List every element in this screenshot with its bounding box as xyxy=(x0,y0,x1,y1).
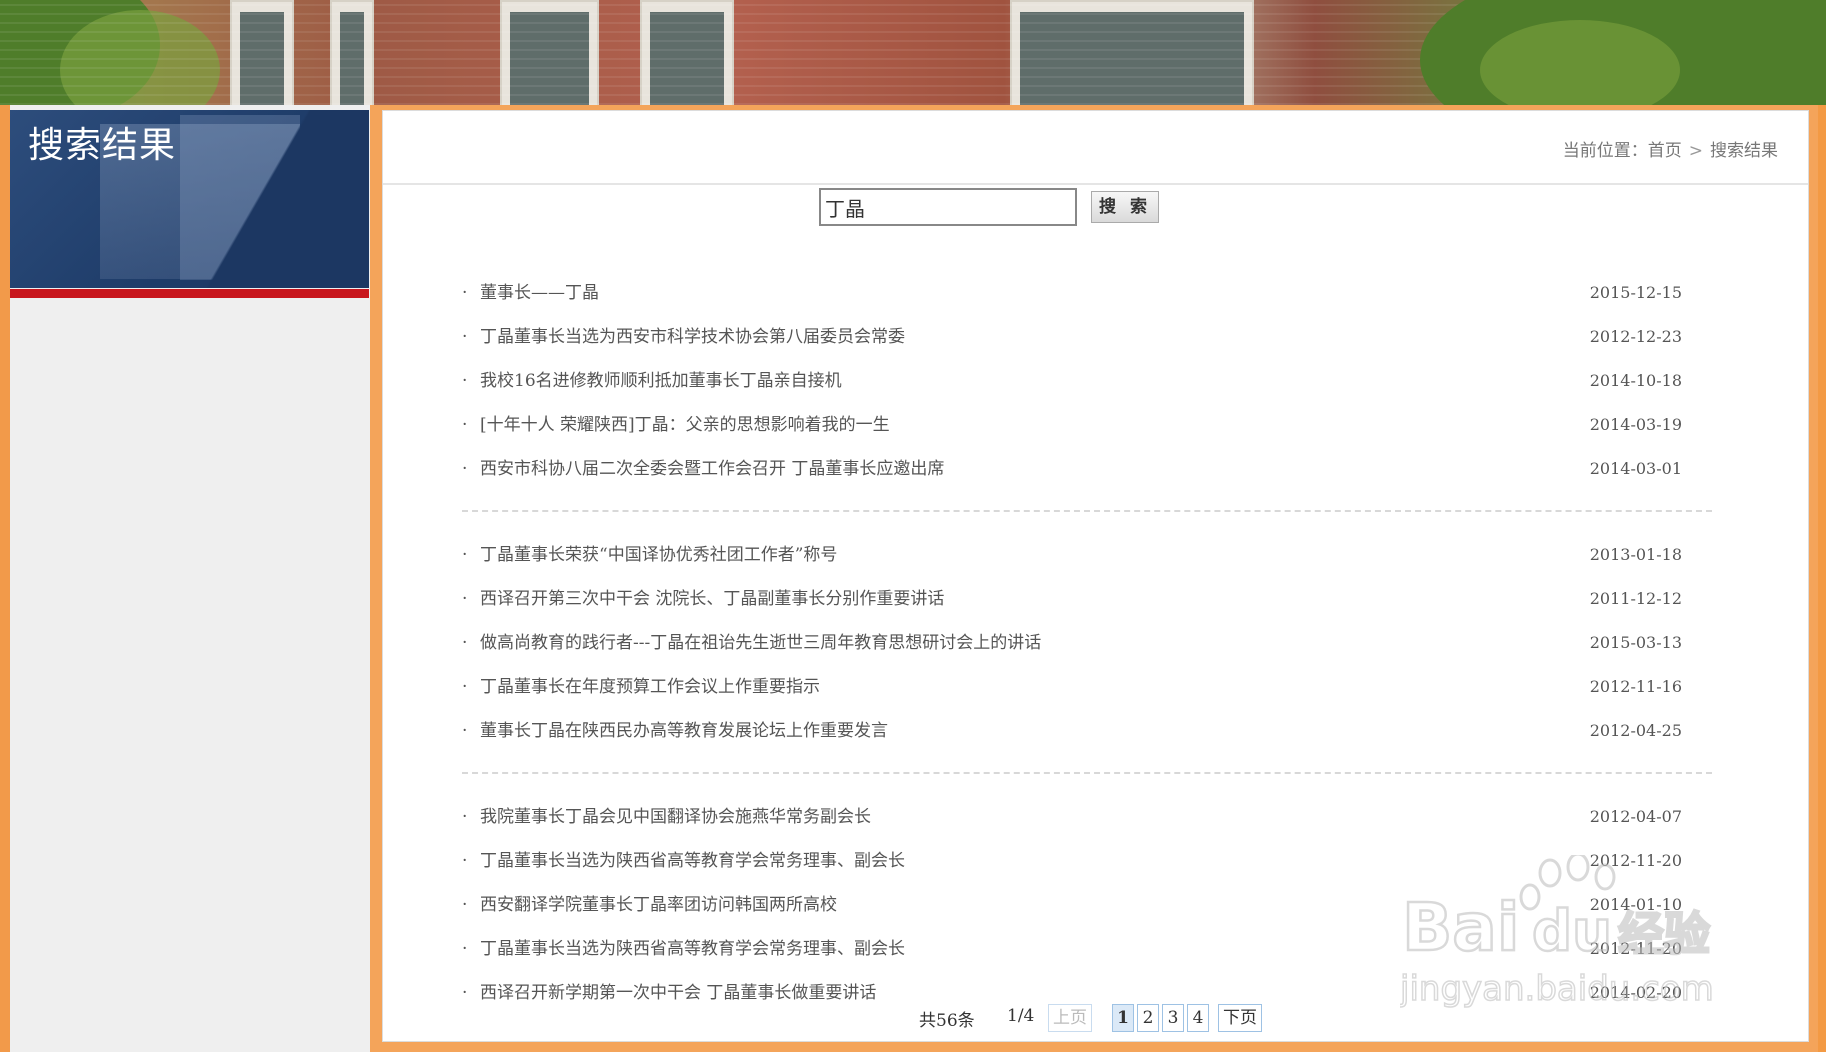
result-row: · 我院董事长丁晶会见中国翻译协会施燕华常务副会长 2012-04-07 xyxy=(462,795,1712,839)
result-row: · 丁晶董事长当选为西安市科学技术协会第八届委员会常委 2012-12-23 xyxy=(462,315,1712,359)
pagination-total-count: 共56条 xyxy=(919,1011,975,1031)
pagination-next-button[interactable]: 下页 xyxy=(1218,1004,1262,1032)
bullet-dot-icon: · xyxy=(462,633,468,653)
breadcrumb-label: 当前位置： xyxy=(1562,141,1648,161)
breadcrumb-home-link[interactable]: 首页 xyxy=(1648,141,1682,161)
results-group: · 丁晶董事长荣获“中国译协优秀社团工作者”称号 2013-01-18 · 西译召开第三… xyxy=(462,533,1712,753)
result-row: · 董事长——丁晶 2015-12-15 xyxy=(462,271,1712,315)
result-title-link[interactable]: 我院董事长丁晶会见中国翻译协会施燕华常务副会长 xyxy=(480,795,871,839)
result-row: · 丁晶董事长当选为陕西省高等教育学会常务理事、副会长 2012-11-20 xyxy=(462,839,1712,883)
result-row: · 我校16名进修教师顺利抵加董事长丁晶亲自接机 2014-10-18 xyxy=(462,359,1712,403)
results-group: · 董事长——丁晶 2015-12-15 · 丁晶董事长当选为西安市科学技术协会第八届委… xyxy=(462,271,1712,491)
breadcrumb: 当前位置：首页 > 搜索结果 xyxy=(1563,136,1778,161)
bullet-dot-icon: · xyxy=(462,807,468,827)
result-title-link[interactable]: 董事长——丁晶 xyxy=(480,271,599,315)
result-row: · [十年十人 荣耀陕西]丁晶：父亲的思想影响着我的一生 2014-03-19 xyxy=(462,403,1712,447)
result-date: 2014-01-10 xyxy=(1589,895,1682,914)
bullet-dot-icon: · xyxy=(462,371,468,391)
result-row: · 董事长丁晶在陕西民办高等教育发展论坛上作重要发言 2012-04-25 xyxy=(462,709,1712,753)
result-date: 2013-01-18 xyxy=(1589,545,1682,564)
result-date: 2012-04-07 xyxy=(1589,807,1682,826)
pagination-page-2[interactable]: 2 xyxy=(1137,1004,1159,1032)
pagination-position: 1/4 xyxy=(1007,1006,1035,1026)
result-date: 2014-03-19 xyxy=(1589,415,1682,434)
search-results-list: · 董事长——丁晶 2015-12-15 · 丁晶董事长当选为西安市科学技术协会第八届委… xyxy=(462,271,1712,1015)
breadcrumb-current: 搜索结果 xyxy=(1710,141,1778,161)
pagination-prev-button[interactable]: 上页 xyxy=(1048,1004,1092,1032)
bullet-dot-icon: · xyxy=(462,459,468,479)
result-row: · 做高尚教育的践行者---丁晶在祖诒先生逝世三周年教育思想研讨会上的讲话 2015… xyxy=(462,621,1712,665)
result-date: 2012-11-20 xyxy=(1589,851,1682,870)
main-panel: 当前位置：首页 > 搜索结果 搜 索 · 董事长——丁晶 2015-12-15 · 丁晶董事… xyxy=(382,110,1809,1042)
search-input[interactable] xyxy=(819,188,1077,226)
result-title-link[interactable]: 丁晶董事长当选为陕西省高等教育学会常务理事、副会长 xyxy=(480,927,905,971)
breadcrumb-separator: > xyxy=(1688,141,1703,161)
result-date: 2015-03-13 xyxy=(1589,633,1682,652)
result-date: 2012-11-20 xyxy=(1589,939,1682,958)
result-date: 2014-03-01 xyxy=(1589,459,1682,478)
results-group: · 我院董事长丁晶会见中国翻译协会施燕华常务副会长 2012-04-07 · 丁晶董事长… xyxy=(462,795,1712,1015)
pagination-page-1[interactable]: 1 xyxy=(1112,1004,1134,1032)
result-row: · 西译召开第三次中干会 沈院长、丁晶副董事长分别作重要讲话 2011-12-12 xyxy=(462,577,1712,621)
results-group-divider xyxy=(462,772,1712,774)
bullet-dot-icon: · xyxy=(462,939,468,959)
result-date: 2012-12-23 xyxy=(1589,327,1682,346)
result-title-link[interactable]: 西译召开第三次中干会 沈院长、丁晶副董事长分别作重要讲话 xyxy=(480,577,944,621)
result-row: · 丁晶董事长荣获“中国译协优秀社团工作者”称号 2013-01-18 xyxy=(462,533,1712,577)
result-title-link[interactable]: 做高尚教育的践行者---丁晶在祖诒先生逝世三周年教育思想研讨会上的讲话 xyxy=(480,621,1041,665)
pagination: 共56条 1/4 上页 1 2 3 4 下页 xyxy=(383,1004,1808,1034)
left-edge-band xyxy=(0,105,10,1052)
result-date: 2012-11-16 xyxy=(1589,677,1682,696)
result-title-link[interactable]: 西安市科协八届二次全委会暨工作会召开 丁晶董事长应邀出席 xyxy=(480,447,944,491)
pagination-page-4[interactable]: 4 xyxy=(1187,1004,1209,1032)
search-button[interactable]: 搜 索 xyxy=(1091,191,1159,223)
bullet-dot-icon: · xyxy=(462,721,468,741)
bullet-dot-icon: · xyxy=(462,589,468,609)
results-group-divider xyxy=(462,510,1712,512)
breadcrumb-bar: 当前位置：首页 > 搜索结果 xyxy=(383,111,1808,185)
result-title-link[interactable]: 董事长丁晶在陕西民办高等教育发展论坛上作重要发言 xyxy=(480,709,888,753)
result-title-link[interactable]: 丁晶董事长在年度预算工作会议上作重要指示 xyxy=(480,665,820,709)
result-row: · 丁晶董事长当选为陕西省高等教育学会常务理事、副会长 2012-11-20 xyxy=(462,927,1712,971)
result-date: 2011-12-12 xyxy=(1589,589,1682,608)
pagination-page-3[interactable]: 3 xyxy=(1162,1004,1184,1032)
bullet-dot-icon: · xyxy=(462,415,468,435)
result-title-link[interactable]: [十年十人 荣耀陕西]丁晶：父亲的思想影响着我的一生 xyxy=(480,403,890,447)
result-title-link[interactable]: 丁晶董事长当选为陕西省高等教育学会常务理事、副会长 xyxy=(480,839,905,883)
result-title-link[interactable]: 丁晶董事长荣获“中国译协优秀社团工作者”称号 xyxy=(480,533,837,577)
bullet-dot-icon: · xyxy=(462,545,468,565)
bullet-dot-icon: · xyxy=(462,851,468,871)
side-title: 搜索结果 xyxy=(28,125,177,166)
result-row: · 西安翻译学院董事长丁晶率团访问韩国两所高校 2014-01-10 xyxy=(462,883,1712,927)
side-header-red-bar xyxy=(10,289,369,298)
result-date: 2015-12-15 xyxy=(1589,283,1682,302)
result-title-link[interactable]: 我校16名进修教师顺利抵加董事长丁晶亲自接机 xyxy=(480,359,842,403)
result-date: 2014-10-18 xyxy=(1589,371,1682,390)
header-banner-photo xyxy=(0,0,1826,105)
bullet-dot-icon: · xyxy=(462,327,468,347)
right-edge-band xyxy=(1818,105,1826,1052)
bullet-dot-icon: · xyxy=(462,895,468,915)
result-row: · 丁晶董事长在年度预算工作会议上作重要指示 2012-11-16 xyxy=(462,665,1712,709)
result-row: · 西安市科协八届二次全委会暨工作会召开 丁晶董事长应邀出席 2014-03-01 xyxy=(462,447,1712,491)
bullet-dot-icon: · xyxy=(462,677,468,697)
result-title-link[interactable]: 西安翻译学院董事长丁晶率团访问韩国两所高校 xyxy=(480,883,837,927)
result-title-link[interactable]: 丁晶董事长当选为西安市科学技术协会第八届委员会常委 xyxy=(480,315,905,359)
bullet-dot-icon: · xyxy=(462,283,468,303)
result-date: 2012-04-25 xyxy=(1589,721,1682,740)
